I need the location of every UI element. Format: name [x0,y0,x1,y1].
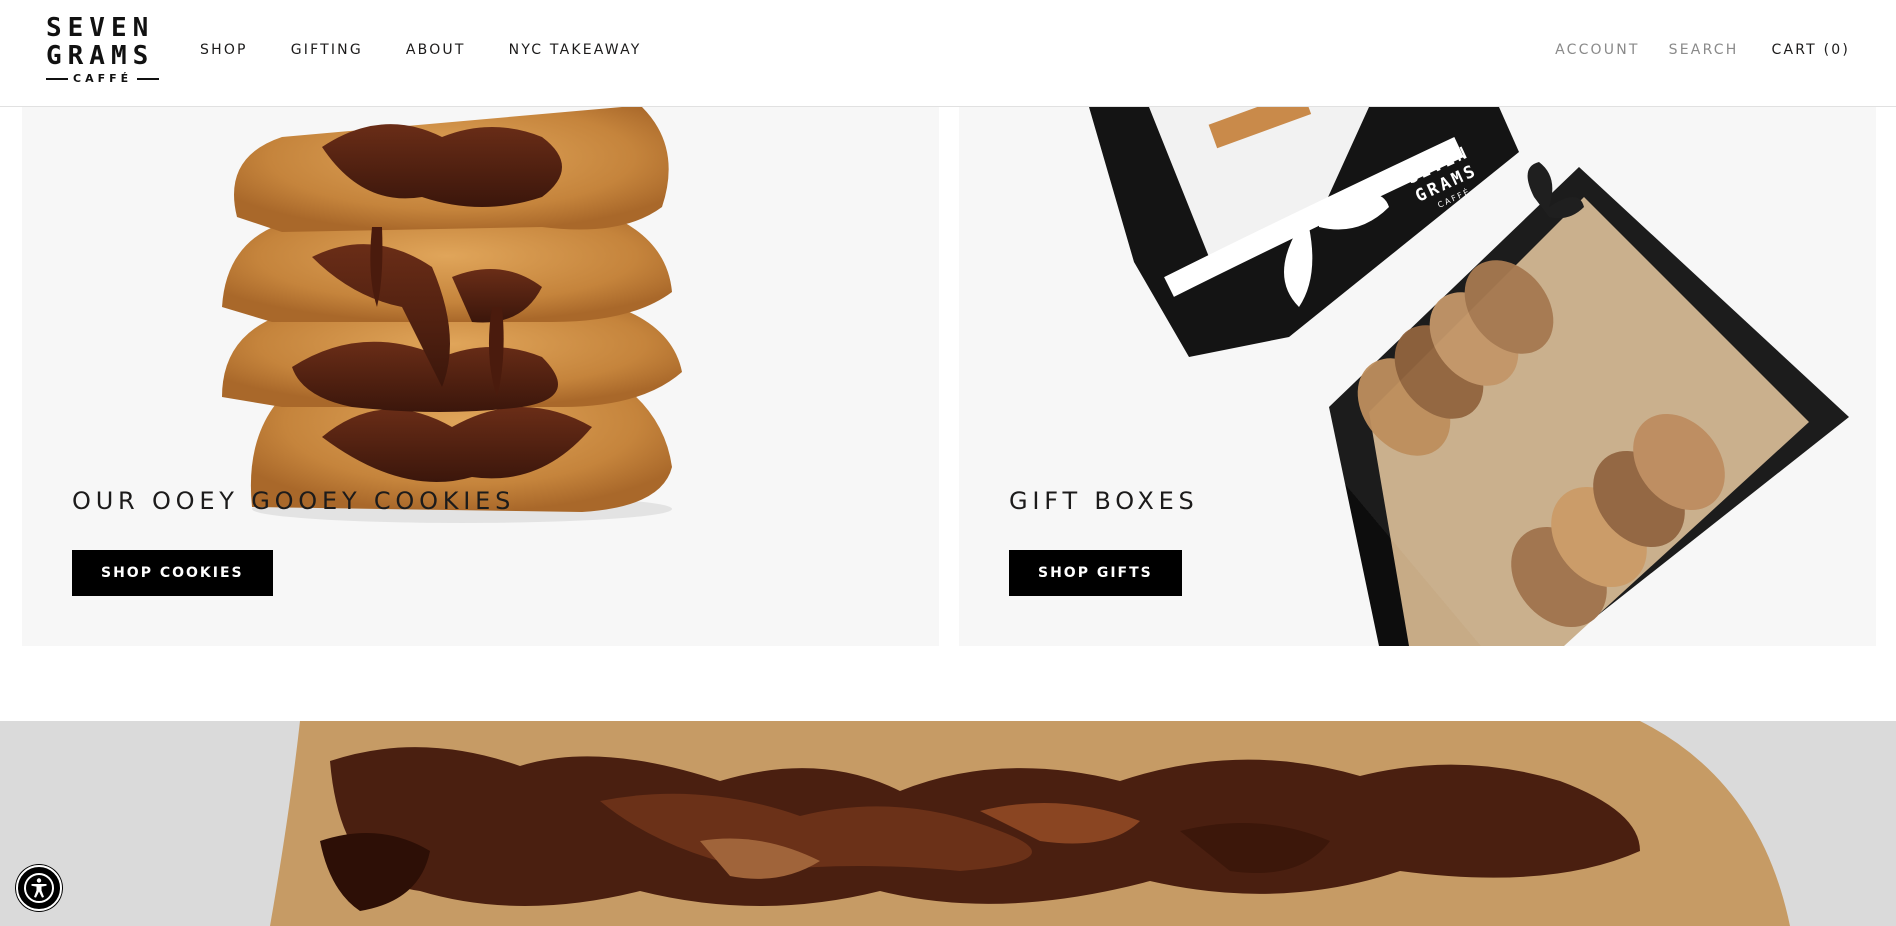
nav-about[interactable]: ABOUT [406,42,466,58]
nav-gifting[interactable]: GIFTING [291,42,363,58]
account-link[interactable]: ACCOUNT [1555,42,1640,58]
brand-logo[interactable]: SEVEN GRAMS CAFFÉ [46,15,164,90]
logo-line-2: GRAMS [46,41,155,71]
gifts-card-title: GIFT BOXES [1009,487,1199,515]
cookie-closeup-image [0,721,1896,926]
nav-nyc-takeaway[interactable]: NYC TAKEAWAY [509,42,642,58]
accessibility-icon [24,873,54,903]
logo-line-3: CAFFÉ [46,72,164,85]
shop-cookies-button[interactable]: SHOP COOKIES [72,550,273,596]
shop-gifts-button[interactable]: SHOP GIFTS [1009,550,1182,596]
search-link[interactable]: SEARCH [1669,42,1739,58]
logo-rule-left [46,77,68,80]
logo-rule-right [137,77,160,80]
cookies-card-title: OUR OOEY GOOEY COOKIES [72,487,516,515]
cookies-feature-card[interactable]: OUR OOEY GOOEY COOKIES SHOP COOKIES [22,107,939,646]
logo-line-1: SEVEN [46,13,155,43]
site-header: SEVEN GRAMS CAFFÉ SHOP GIFTING ABOUT NYC… [0,0,1896,107]
cookie-closeup-hero [0,721,1896,926]
utility-nav: ACCOUNT SEARCH CART (0) [1555,42,1850,58]
accessibility-button[interactable] [16,865,62,911]
cart-link[interactable]: CART (0) [1772,42,1851,58]
main-nav: SHOP GIFTING ABOUT NYC TAKEAWAY [200,42,642,58]
nav-shop[interactable]: SHOP [200,42,248,58]
logo-caffe-text: CAFFÉ [73,72,133,85]
gifts-feature-card[interactable]: SEVEN GRAMS CAFFÉ GIFT BOXES SHOP GIFTS [959,107,1876,646]
